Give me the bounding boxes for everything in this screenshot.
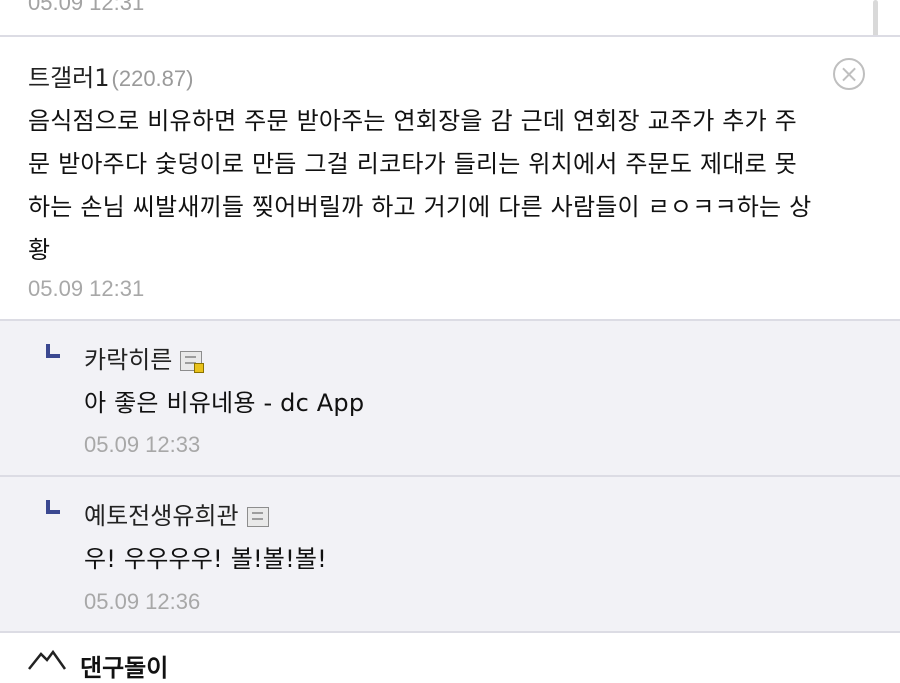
comment-body-line: 문 받아주다 숯덩이로 만듬 그걸 리코타가 들리는 위치에서 주문도 제대로 …: [28, 150, 797, 178]
reply-author[interactable]: 예토전생유희관: [84, 496, 269, 531]
comment-body-line: 황: [28, 236, 51, 264]
previous-comment-date: 05.09 12:31: [28, 0, 145, 15]
fixed-nick-icon: [246, 507, 269, 527]
divider: [0, 631, 900, 633]
next-comment-author[interactable]: 댄구돌이: [80, 648, 168, 683]
reply-arrow-icon: [46, 500, 60, 514]
author-ip: (220.87): [111, 66, 194, 91]
comment-body: 음식점으로 비유하면 주문 받아주는 연회장을 감 근데 연회장 교주가 추가 …: [28, 100, 811, 272]
reply-author[interactable]: 카락히른: [84, 340, 205, 375]
reply-date: 05.09 12:33: [84, 432, 201, 457]
mountain-icon: [28, 649, 67, 670]
reply-author-nickname[interactable]: 예토전생유희관: [84, 502, 239, 530]
reply-date: 05.09 12:36: [84, 589, 201, 614]
reply-arrow-icon: [46, 344, 60, 358]
fixed-nick-icon: [180, 351, 205, 373]
comment-date: 05.09 12:31: [28, 276, 145, 301]
comment-body-line: 하는 손님 씨발새끼들 찢어버릴까 하고 거기에 다른 사람들이 ㄹㅇㅋㅋ하는 …: [28, 193, 812, 221]
close-icon[interactable]: ×: [833, 58, 865, 90]
reply-body: 우! 우우우우! 볼!볼!볼!: [84, 545, 328, 573]
comment-body-line: 음식점으로 비유하면 주문 받아주는 연회장을 감 근데 연회장 교주가 추가 …: [28, 107, 797, 135]
comment-author[interactable]: 트갤러1(220.87): [28, 58, 193, 93]
reply-body: 아 좋은 비유네용 - dc App: [84, 389, 365, 417]
author-nickname[interactable]: 트갤러1: [28, 64, 110, 92]
sub-manager-dot-icon: [194, 363, 205, 373]
reply-author-nickname[interactable]: 카락히른: [84, 346, 172, 374]
